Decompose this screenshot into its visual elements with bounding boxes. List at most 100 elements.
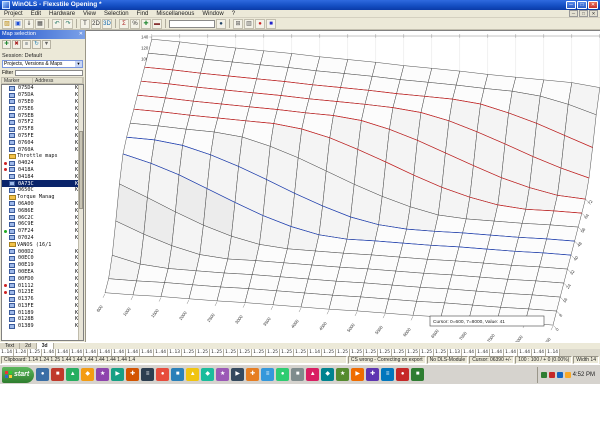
quicklaunch-icon-21[interactable]: ★ [336, 368, 350, 381]
map-list-item[interactable]: 06B6E K [2, 207, 83, 214]
map-list-item[interactable]: 013FE K [2, 303, 83, 310]
checksum-button[interactable]: Σ [119, 18, 129, 29]
surface-plot[interactable]: 0204060801001201406001000150020002500300… [86, 31, 600, 343]
quicklaunch-icon-5[interactable]: ★ [96, 368, 110, 381]
record-button[interactable]: ● [255, 18, 265, 29]
column-address[interactable]: Address [33, 78, 83, 84]
quicklaunch-icon-18[interactable]: ■ [291, 368, 305, 381]
strip-cell[interactable]: 1.25 [336, 349, 350, 356]
menu-hardware[interactable]: Hardware [45, 10, 79, 18]
map-list-item[interactable]: 0760A K [2, 146, 83, 153]
strip-cell[interactable]: 1.13 [448, 349, 462, 356]
column-marker[interactable]: Marker [2, 78, 33, 84]
quicklaunch-icon-20[interactable]: ◆ [321, 368, 335, 381]
quicklaunch-icon-2[interactable]: ■ [51, 368, 65, 381]
quicklaunch-icon-12[interactable]: ◆ [201, 368, 215, 381]
strip-cell[interactable]: 1.14 [308, 349, 322, 356]
properties-button[interactable]: ≡ [22, 40, 31, 49]
strip-cell[interactable]: 1.14 [0, 349, 14, 356]
map-list-item[interactable]: 000D2 K [2, 248, 83, 255]
quicklaunch-icon-26[interactable]: ■ [411, 368, 425, 381]
map-list-item[interactable]: 07F24 K [2, 228, 83, 235]
map-list-item[interactable]: 00FD0 K [2, 275, 83, 282]
strip-cell[interactable]: 1.44 [112, 349, 126, 356]
strip-cell[interactable]: 1.44 [56, 349, 70, 356]
map-list-item[interactable]: 075E0 K [2, 99, 83, 106]
map-list-item[interactable]: 01189 K [2, 309, 83, 316]
strip-cell[interactable]: 1.25 [378, 349, 392, 356]
print-button[interactable]: ▦ [35, 18, 45, 29]
strip-cell[interactable]: 1.44 [154, 349, 168, 356]
new-map-button[interactable]: ✚ [2, 40, 11, 49]
mdi-close-button[interactable]: ✕ [589, 10, 598, 17]
menu-help[interactable]: ? [228, 10, 239, 18]
map-list-item[interactable]: 0418A K [2, 167, 83, 174]
strip-cell[interactable]: 1.44 [126, 349, 140, 356]
quicklaunch-icon-10[interactable]: ■ [171, 368, 185, 381]
quicklaunch-icon-23[interactable]: ✚ [366, 368, 380, 381]
map-list-item[interactable]: 075DA K [2, 92, 83, 99]
menu-view[interactable]: View [79, 10, 100, 18]
strip-cell[interactable]: 1.25 [350, 349, 364, 356]
start-button[interactable]: start [2, 366, 35, 383]
strip-cell[interactable]: 1.25 [392, 349, 406, 356]
map-list-item[interactable]: 075EB K [2, 112, 83, 119]
tray-icon-3[interactable] [556, 371, 563, 378]
map-list-item[interactable]: 075F2 K [2, 119, 83, 126]
strip-cell[interactable]: 1.25 [238, 349, 252, 356]
menu-window[interactable]: Window [198, 10, 227, 18]
menu-miscellaneous[interactable]: Miscellaneous [152, 10, 198, 18]
strip-cell[interactable]: 1.25 [196, 349, 210, 356]
quicklaunch-icon-3[interactable]: ▲ [66, 368, 80, 381]
quicklaunch-icon-15[interactable]: ✚ [246, 368, 260, 381]
scrollbar-thumb[interactable] [79, 130, 83, 210]
map-list-item[interactable]: 04024 K [2, 160, 83, 167]
strip-cell[interactable]: 1.25 [364, 349, 378, 356]
strip-cell[interactable]: 1.44 [98, 349, 112, 356]
quicklaunch-icon-8[interactable]: ≡ [141, 368, 155, 381]
map-folder-item[interactable]: VANOS (16/1 [2, 241, 83, 248]
map-list-item[interactable]: 0123E K [2, 289, 83, 296]
tree-mode-combobox[interactable]: Projects, Versions & Maps ▼ [2, 60, 83, 68]
map-list-button[interactable]: ⊞ [233, 18, 243, 29]
strip-cell[interactable]: 1.25 [280, 349, 294, 356]
menu-project[interactable]: Project [0, 10, 27, 18]
tray-icon-4[interactable] [564, 371, 571, 378]
strip-cell[interactable]: 1.25 [224, 349, 238, 356]
quicklaunch-icon-25[interactable]: ● [396, 368, 410, 381]
strip-cell[interactable]: 1.25 [28, 349, 42, 356]
monitor-button[interactable]: ■ [266, 18, 276, 29]
map-list-item[interactable]: 06C2C K [2, 214, 83, 221]
strip-cell[interactable]: 1.44 [140, 349, 154, 356]
filter-menu-button[interactable]: ▼ [42, 40, 51, 49]
quicklaunch-icon-17[interactable]: ● [276, 368, 290, 381]
map-list-item[interactable]: 075F8 K [2, 126, 83, 133]
map-list-item[interactable]: 06A00 K [2, 201, 83, 208]
refresh-button[interactable]: ↻ [32, 40, 41, 49]
map-list-item[interactable]: 07024 K [2, 235, 83, 242]
map-list-item[interactable]: 00E19 K [2, 262, 83, 269]
map-list-item[interactable]: 075FE K [2, 133, 83, 140]
find-button[interactable]: ● [216, 18, 226, 29]
map-folder-item[interactable]: Torque Manag [2, 194, 83, 201]
chevron-down-icon[interactable]: ▼ [75, 61, 82, 67]
quicklaunch-icon-24[interactable]: ≡ [381, 368, 395, 381]
list-scrollbar[interactable] [78, 85, 83, 340]
quicklaunch-icon-16[interactable]: ≡ [261, 368, 275, 381]
increase-button[interactable]: ✚ [141, 18, 151, 29]
map-list-item[interactable]: 01389 K [2, 323, 83, 330]
strip-cell[interactable]: 1.25 [252, 349, 266, 356]
strip-cell[interactable]: 1.44 [532, 349, 546, 356]
save-button[interactable]: ▣ [13, 18, 23, 29]
strip-cell[interactable]: 1.25 [210, 349, 224, 356]
panel-close-icon[interactable]: ✕ [79, 30, 83, 39]
strip-cell[interactable]: 1.13 [168, 349, 182, 356]
compare-versions-button[interactable]: ▥ [244, 18, 254, 29]
menu-selection[interactable]: Selection [100, 10, 133, 18]
strip-cell[interactable]: 1.25 [294, 349, 308, 356]
map-list-item[interactable]: 00EEA K [2, 269, 83, 276]
view-2d-button[interactable]: 2D [91, 18, 101, 29]
strip-cell[interactable]: 1.25 [420, 349, 434, 356]
strip-cell[interactable]: 1.44 [70, 349, 84, 356]
map-3d-view[interactable]: 0204060801001201406001000150020002500300… [86, 30, 600, 343]
